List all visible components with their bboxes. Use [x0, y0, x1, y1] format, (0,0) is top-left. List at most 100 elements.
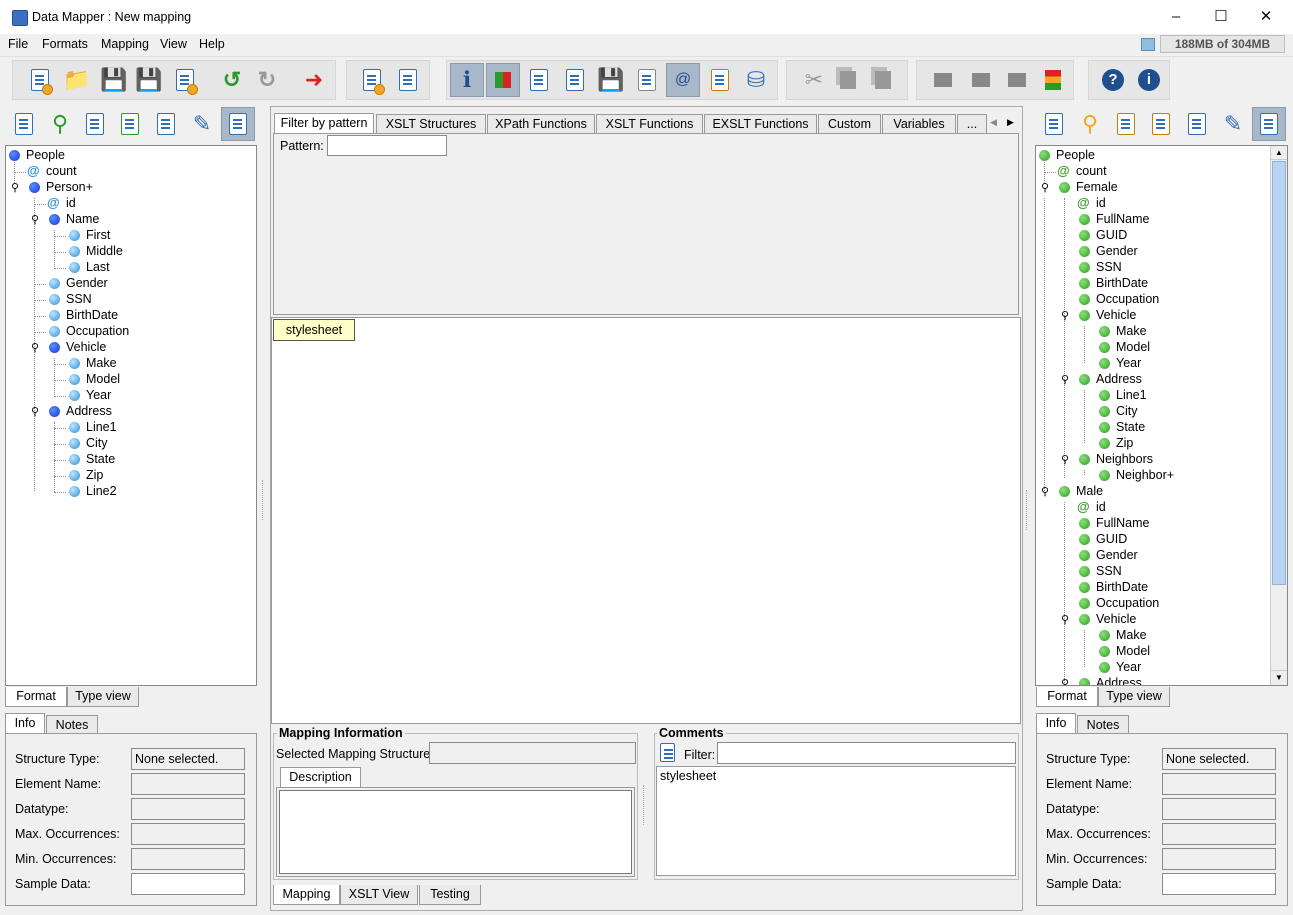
new-mapping-icon[interactable]: [23, 63, 57, 97]
tree-node[interactable]: GUID: [1096, 227, 1127, 243]
expand-toggle[interactable]: ⚲: [30, 406, 40, 418]
tree-node[interactable]: Address: [1096, 371, 1142, 387]
target-load-icon[interactable]: [1037, 107, 1071, 141]
element-name-field[interactable]: [131, 773, 245, 795]
tab-format[interactable]: Format: [5, 687, 67, 707]
redo-icon[interactable]: ↻: [250, 63, 284, 97]
tree-node[interactable]: count: [1076, 163, 1107, 179]
tab-xslt-view[interactable]: XSLT View: [340, 885, 418, 905]
tree-node[interactable]: City: [86, 435, 108, 451]
source-load-icon[interactable]: [7, 107, 41, 141]
tree-node[interactable]: Vehicle: [1096, 307, 1136, 323]
table-view-icon[interactable]: [703, 63, 737, 97]
tree-node[interactable]: Year: [86, 387, 111, 403]
tree-node[interactable]: Female: [1076, 179, 1118, 195]
expand-toggle[interactable]: ⚲: [1040, 486, 1050, 498]
tree-node[interactable]: BirthDate: [1096, 579, 1148, 595]
target-preview-icon[interactable]: [1180, 107, 1214, 141]
tree-node[interactable]: Gender: [66, 275, 108, 291]
tab-xslt-structures[interactable]: XSLT Structures: [376, 114, 486, 134]
tree-node[interactable]: SSN: [1096, 563, 1122, 579]
min-occurrences-field[interactable]: [131, 848, 245, 870]
tree-node[interactable]: Neighbor+: [1116, 467, 1174, 483]
tree-node[interactable]: First: [86, 227, 110, 243]
tree-node[interactable]: id: [1096, 499, 1106, 515]
tree-node[interactable]: Occupation: [1096, 595, 1159, 611]
tree-node[interactable]: Male: [1076, 483, 1103, 499]
tree-node[interactable]: id: [66, 195, 76, 211]
max-occurrences-field[interactable]: [1162, 823, 1276, 845]
tree-node[interactable]: Address: [1096, 675, 1142, 685]
target-search-icon[interactable]: ⚲: [1073, 107, 1107, 141]
pattern-input[interactable]: [327, 135, 447, 156]
tab-type-view[interactable]: Type view: [67, 687, 139, 707]
scroll-up-icon[interactable]: ▲: [1271, 146, 1287, 160]
tree-node[interactable]: FullName: [1096, 515, 1150, 531]
expand-toggle[interactable]: ⚲: [30, 342, 40, 354]
stylesheet-node[interactable]: stylesheet: [273, 319, 355, 341]
tab-xslt-functions[interactable]: XSLT Functions: [596, 114, 703, 134]
copy-icon[interactable]: [831, 63, 865, 97]
tree-node[interactable]: Gender: [1096, 547, 1138, 563]
exit-icon[interactable]: ➜: [297, 63, 331, 97]
tree-node[interactable]: GUID: [1096, 531, 1127, 547]
max-occurrences-field[interactable]: [131, 823, 245, 845]
tree-node[interactable]: City: [1116, 403, 1138, 419]
menu-file[interactable]: File: [8, 37, 28, 51]
source-edit-icon[interactable]: ✎: [185, 107, 219, 141]
right-splitter[interactable]: [1026, 490, 1030, 530]
left-splitter[interactable]: [262, 480, 266, 520]
new-format-icon[interactable]: [355, 63, 389, 97]
tree-node[interactable]: SSN: [66, 291, 92, 307]
tree-node[interactable]: State: [1116, 419, 1145, 435]
tree-node[interactable]: Model: [1116, 339, 1150, 355]
comment-item[interactable]: stylesheet: [660, 769, 716, 783]
tree-node[interactable]: Name: [66, 211, 99, 227]
tree-node[interactable]: SSN: [1096, 259, 1122, 275]
help-icon[interactable]: ?: [1096, 63, 1130, 97]
tree-node[interactable]: Vehicle: [66, 339, 106, 355]
source-list-icon[interactable]: [113, 107, 147, 141]
tree-node[interactable]: Make: [1116, 627, 1147, 643]
tree-node[interactable]: Vehicle: [1096, 611, 1136, 627]
source-document-icon[interactable]: [78, 107, 112, 141]
maximize-button[interactable]: ☐: [1199, 4, 1243, 30]
min-occurrences-field[interactable]: [1162, 848, 1276, 870]
tree-node[interactable]: People: [26, 147, 65, 163]
target-settings-icon[interactable]: [1252, 107, 1286, 141]
tree-node[interactable]: Make: [86, 355, 117, 371]
tree-node[interactable]: Occupation: [66, 323, 129, 339]
source-preview-icon[interactable]: [149, 107, 183, 141]
tab-custom[interactable]: Custom: [818, 114, 881, 134]
tree-node[interactable]: Gender: [1096, 243, 1138, 259]
sample-data-field[interactable]: [131, 873, 245, 895]
tab-info[interactable]: Info: [1036, 713, 1076, 733]
expand-toggle[interactable]: ⚲: [1060, 678, 1070, 685]
tab-notes[interactable]: Notes: [46, 715, 98, 735]
format-settings-icon[interactable]: [391, 63, 425, 97]
tree-node[interactable]: Person+: [46, 179, 93, 195]
align-center-icon[interactable]: [964, 63, 998, 97]
undo-icon[interactable]: ↺: [215, 63, 249, 97]
datatype-field[interactable]: [1162, 798, 1276, 820]
color-bars-icon[interactable]: [1036, 63, 1070, 97]
target-document-icon[interactable]: [1109, 107, 1143, 141]
tree-node[interactable]: Line1: [86, 419, 117, 435]
tree-node[interactable]: Line1: [1116, 387, 1147, 403]
expand-toggle[interactable]: ⚲: [1040, 182, 1050, 194]
scroll-down-icon[interactable]: ▼: [1271, 670, 1287, 684]
tree-node[interactable]: People: [1056, 147, 1095, 163]
tree-node[interactable]: Line2: [86, 483, 117, 499]
tab-info[interactable]: Info: [5, 713, 45, 733]
expand-toggle[interactable]: ⚲: [1060, 614, 1070, 626]
tree-node[interactable]: Address: [66, 403, 112, 419]
about-icon[interactable]: i: [1132, 63, 1166, 97]
menu-formats[interactable]: Formats: [42, 37, 88, 51]
expand-toggle[interactable]: ⚲: [10, 182, 20, 194]
sample-data-field[interactable]: [1162, 873, 1276, 895]
tree-node[interactable]: Middle: [86, 243, 123, 259]
tab-variables[interactable]: Variables: [882, 114, 956, 134]
tree-node[interactable]: Model: [86, 371, 120, 387]
menu-mapping[interactable]: Mapping: [101, 37, 149, 51]
tree-node[interactable]: Make: [1116, 323, 1147, 339]
